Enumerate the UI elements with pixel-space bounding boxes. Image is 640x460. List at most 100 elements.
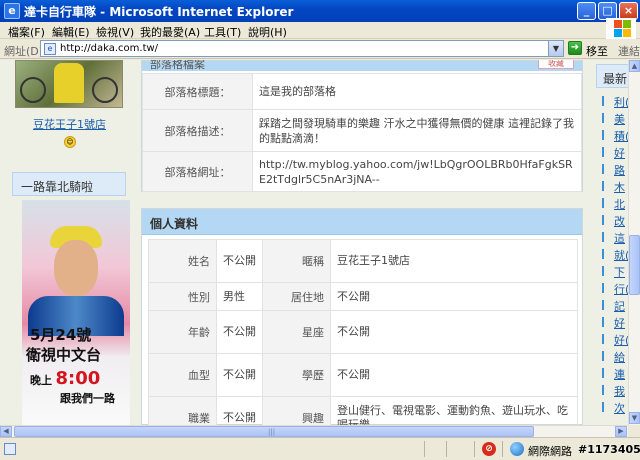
tv-promo-banner[interactable]: 5月24號 衛視中文台 晚上 8:00 跟我們一路 <box>22 200 130 425</box>
blog-owner-link[interactable]: 豆花王子1號店 <box>33 116 106 132</box>
blog-url-value[interactable]: http://tw.myblog.yahoo.com/jw!LbQgrOOLBR… <box>252 151 582 192</box>
list-bullet-icon <box>602 113 604 123</box>
vertical-scrollbar[interactable]: ▲ ▼ <box>628 60 640 425</box>
profile-key: 姓名 <box>148 239 217 283</box>
address-bar: 網址(D) e http://daka.com.tw/ ▼ ➜ 移至 連結 <box>0 39 640 59</box>
list-item[interactable]: 利( <box>614 94 628 110</box>
popup-blocked-icon[interactable]: ⊘ <box>482 442 496 456</box>
list-item[interactable]: 美 <box>614 111 625 127</box>
internet-zone-icon <box>510 442 524 456</box>
profile-value: 不公開 <box>216 396 263 425</box>
blog-info-table: 部落格標題： 這是我的部落格 部落格描述： 踩踏之間發現騎車的樂趣 汗水之中獲得… <box>142 73 582 192</box>
profile-key: 星座 <box>262 310 331 354</box>
ie-icon: e <box>4 3 20 19</box>
blog-desc-key: 部落格描述： <box>142 109 253 152</box>
scroll-down-icon[interactable]: ▼ <box>629 412 640 424</box>
windows-logo-icon <box>606 18 636 40</box>
list-bullet-icon <box>602 300 604 310</box>
list-bullet-icon <box>602 147 604 157</box>
list-item[interactable]: 改 <box>614 213 625 229</box>
horizontal-scrollbar[interactable]: ◀ ||| ▶ <box>0 425 628 437</box>
scroll-left-icon[interactable]: ◀ <box>0 426 12 437</box>
list-item[interactable]: 北 <box>614 196 625 212</box>
right-sidebar-title: 最新 <box>603 72 628 86</box>
profile-value: 登山健行、電視電影、運動釣魚、遊山玩水、吃喝玩樂 <box>330 396 578 425</box>
minimize-button[interactable]: _ <box>577 2 596 20</box>
list-item[interactable]: 積( <box>614 128 628 144</box>
list-item[interactable]: 這 <box>614 230 625 246</box>
promo-face <box>54 240 98 296</box>
list-item[interactable]: 次 <box>614 400 625 416</box>
table-row: 部落格標題： 這是我的部落格 <box>142 73 582 110</box>
address-dropdown-icon[interactable]: ▼ <box>548 41 563 56</box>
list-bullet-icon <box>602 266 604 276</box>
list-item[interactable]: 就( <box>614 247 628 263</box>
menu-tools[interactable]: 工具(T) <box>204 24 241 40</box>
status-separator <box>474 441 475 457</box>
menu-file[interactable]: 檔案(F) <box>8 24 45 40</box>
blog-title-value: 這是我的部落格 <box>252 73 582 110</box>
menu-edit[interactable]: 編輯(E) <box>52 24 90 40</box>
list-item[interactable]: 好 <box>614 145 625 161</box>
list-item[interactable]: 記 <box>614 298 625 314</box>
profile-header: 個人資料 <box>142 209 582 235</box>
profile-value: 不公開 <box>330 282 578 311</box>
list-bullet-icon <box>602 283 604 293</box>
status-separator <box>424 441 425 457</box>
address-input[interactable]: e http://daka.com.tw/ ▼ <box>40 40 564 57</box>
list-item[interactable]: 下 <box>614 264 625 280</box>
menu-bar: 檔案(F) 編輯(E) 檢視(V) 我的最愛(A) 工具(T) 說明(H) <box>0 22 640 39</box>
list-item[interactable]: 路 <box>614 162 625 178</box>
blog-info-title: 部落格檔案 <box>150 60 205 71</box>
list-item[interactable]: 好( <box>614 332 628 348</box>
sidebar-section-header: 一路靠北騎啦 <box>12 172 126 196</box>
profile-title: 個人資料 <box>150 217 199 231</box>
blog-avatar-photo[interactable] <box>15 60 123 108</box>
profile-key: 性別 <box>148 282 217 311</box>
list-item[interactable]: 我 <box>614 383 625 399</box>
blog-info-header: 部落格檔案 收藏 <box>142 60 582 71</box>
profile-value: 男性 <box>216 282 263 311</box>
list-item[interactable]: 行( <box>614 281 628 297</box>
main-content: 部落格檔案 收藏 部落格標題： 這是我的部落格 部落格描述： 踩踏之間發現騎車的… <box>141 60 583 425</box>
list-bullet-icon <box>602 215 604 225</box>
list-item[interactable]: 連 <box>614 366 625 382</box>
go-button[interactable]: 移至 <box>586 43 608 59</box>
list-item[interactable]: 給 <box>614 349 625 365</box>
scroll-up-icon[interactable]: ▲ <box>629 60 640 72</box>
profile-key: 血型 <box>148 353 217 397</box>
right-sidebar-header: 最新 <box>596 64 628 88</box>
scroll-right-icon[interactable]: ▶ <box>615 426 627 437</box>
blog-title-key: 部落格標題： <box>142 73 253 110</box>
menu-favorites[interactable]: 我的最愛(A) <box>140 24 200 40</box>
table-row: 血型 不公開 學歷 不公開 <box>148 353 578 397</box>
promo-date: 5月24號 <box>30 326 92 344</box>
status-bar: ⊘ 網際網路 #1173405 <box>0 437 640 460</box>
promo-time-prefix: 晚上 <box>30 374 52 387</box>
blog-collect-tab[interactable]: 收藏 <box>538 60 574 69</box>
profile-key: 年齡 <box>148 310 217 354</box>
page-status-icon <box>4 443 16 455</box>
security-zone-label: 網際網路 <box>528 445 572 458</box>
list-bullet-icon <box>602 249 604 259</box>
list-item[interactable]: 好 <box>614 315 625 331</box>
table-row: 姓名 不公開 暱稱 豆花王子1號店 <box>148 239 578 283</box>
links-button[interactable]: 連結 <box>618 43 640 59</box>
table-row: 部落格描述： 踩踏之間發現騎車的樂趣 汗水之中獲得無價的健康 這裡記錄了我的點點… <box>142 109 582 152</box>
list-item[interactable]: 木 <box>614 179 625 195</box>
status-separator <box>446 441 447 457</box>
list-bullet-icon <box>602 334 604 344</box>
go-arrow-icon[interactable]: ➜ <box>568 41 582 55</box>
menu-view[interactable]: 檢視(V) <box>96 24 134 40</box>
window-title: 達卡自行車隊 - Microsoft Internet Explorer <box>24 5 294 19</box>
menu-help[interactable]: 說明(H) <box>248 24 287 40</box>
promo-channel: 衛視中文台 <box>26 346 102 364</box>
scroll-grip-icon: ||| <box>268 428 276 436</box>
address-url[interactable]: http://daka.com.tw/ <box>60 43 158 54</box>
page-viewport: 豆花王子1號店 ☺ 一路靠北騎啦 5月24號 衛視中文台 晚上 8:00 跟我們… <box>0 60 628 425</box>
vertical-scroll-thumb[interactable] <box>629 235 640 295</box>
profile-key: 學歷 <box>262 353 331 397</box>
list-bullet-icon <box>602 130 604 140</box>
profile-panel: 個人資料 姓名 不公開 暱稱 豆花王子1號店 性別 男性 居住地 不公開 年齡 … <box>141 208 583 425</box>
profile-value: 不公開 <box>330 310 578 354</box>
